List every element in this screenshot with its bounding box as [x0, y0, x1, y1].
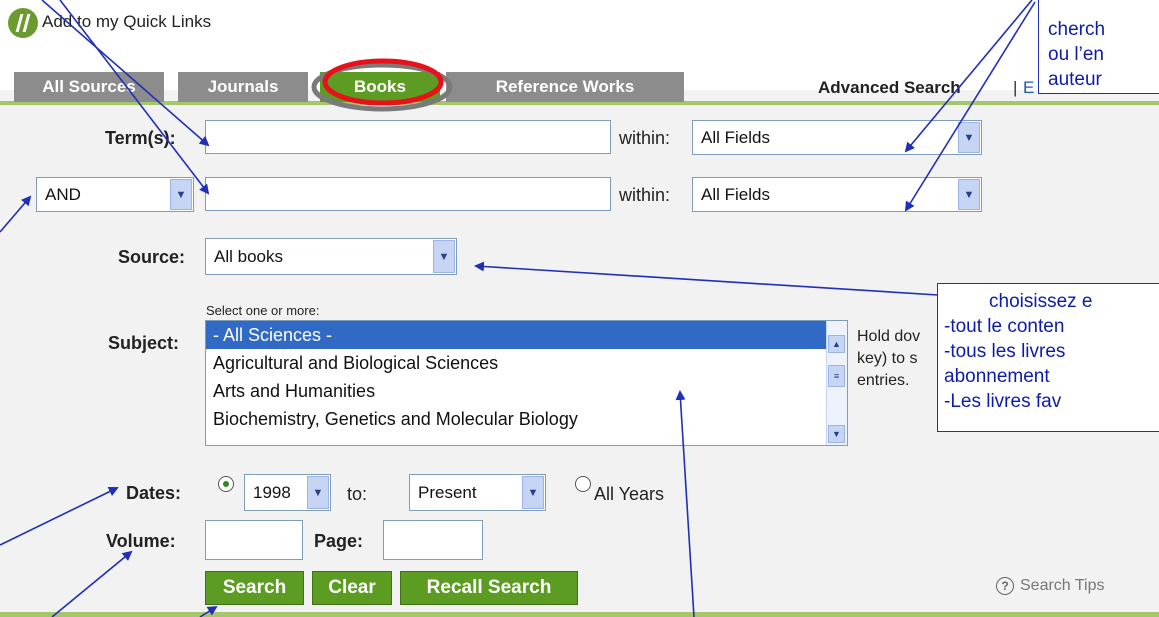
- arrow-to-dates: [0, 487, 119, 546]
- arrow-to-term2: [59, 0, 210, 195]
- arrow-to-operator: [0, 195, 32, 233]
- arrow-to-volume: [51, 550, 133, 617]
- arrow-to-term1: [41, 0, 210, 147]
- arrow-to-field2: [904, 1, 1036, 212]
- annotation-overlay: [0, 0, 1036, 617]
- arrow-to-field1: [904, 0, 1033, 153]
- arrow-to-source: [474, 261, 939, 296]
- arrow-to-search: [199, 605, 218, 617]
- arrow-to-subject: [675, 390, 695, 617]
